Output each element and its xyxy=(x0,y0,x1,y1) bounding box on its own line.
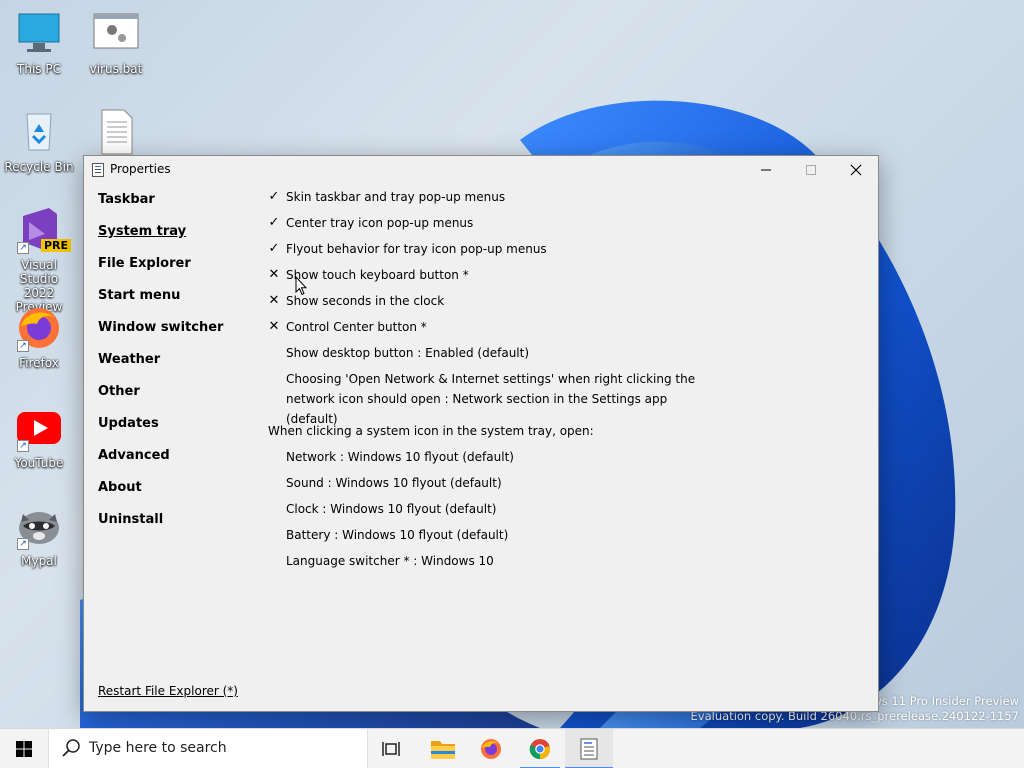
taskbar: Type here to search xyxy=(0,728,1024,768)
nav-item-file-explorer[interactable]: File Explorer xyxy=(98,256,223,288)
system-tray-settings: ✓ Skin taskbar and tray pop-up menus ✓ C… xyxy=(268,188,868,578)
recycle-bin-icon xyxy=(15,108,63,156)
nav-item-weather[interactable]: Weather xyxy=(98,352,223,384)
setting-show-desktop[interactable]: Show desktop button : Enabled (default) xyxy=(268,344,868,370)
tray-option-sound[interactable]: Sound : Windows 10 flyout (default) xyxy=(268,474,868,500)
desktop-icon-this-pc[interactable]: This PC xyxy=(3,10,75,76)
cross-icon: ✕ xyxy=(268,293,280,308)
setting-skin-menus[interactable]: ✓ Skin taskbar and tray pop-up menus xyxy=(268,188,868,214)
nav-item-taskbar[interactable]: Taskbar xyxy=(98,192,223,224)
taskbar-properties-app[interactable] xyxy=(565,729,613,768)
properties-app-icon xyxy=(580,738,598,760)
nav-item-window-switcher[interactable]: Window switcher xyxy=(98,320,223,352)
taskbar-search-box[interactable]: Type here to search xyxy=(48,729,368,768)
cross-icon: ✕ xyxy=(268,319,280,334)
desktop-icon-text-file[interactable] xyxy=(80,108,152,160)
setting-center-tray-menus[interactable]: ✓ Center tray icon pop-up menus xyxy=(268,214,868,240)
tray-click-section-header: When clicking a system icon in the syste… xyxy=(268,424,594,438)
shortcut-arrow-icon: ↗ xyxy=(17,340,29,352)
batch-file-icon xyxy=(92,10,140,58)
setting-control-center[interactable]: ✕ Control Center button * xyxy=(268,318,868,344)
desktop-icon-mypal[interactable]: ↗ Mypal xyxy=(3,502,75,568)
close-button[interactable] xyxy=(833,156,879,184)
nav-item-start-menu[interactable]: Start menu xyxy=(98,288,223,320)
tray-option-language-switcher[interactable]: Language switcher * : Windows 10 xyxy=(268,552,868,578)
youtube-icon: ↗ xyxy=(15,404,63,452)
maximize-icon xyxy=(806,165,816,175)
desktop-icon-visual-studio[interactable]: PRE ↗ Visual Studio 2022 Preview xyxy=(3,206,75,314)
watermark-line-1: ows 11 Pro Insider Preview xyxy=(865,694,1019,708)
monitor-icon xyxy=(15,10,63,58)
shortcut-arrow-icon: ↗ xyxy=(17,538,29,550)
setting-touch-keyboard[interactable]: ✕ Show touch keyboard button * xyxy=(268,266,868,292)
taskbar-file-explorer[interactable] xyxy=(419,729,467,768)
checkmark-icon: ✓ xyxy=(268,215,280,230)
mypal-icon: ↗ xyxy=(15,502,63,550)
search-placeholder: Type here to search xyxy=(89,740,227,756)
file-explorer-icon xyxy=(431,741,455,759)
start-button[interactable] xyxy=(0,729,48,768)
task-view-icon xyxy=(382,742,400,756)
firefox-icon xyxy=(481,739,501,759)
search-icon xyxy=(62,739,80,757)
shortcut-arrow-icon: ↗ xyxy=(17,440,29,452)
window-title: Properties xyxy=(110,162,171,176)
desktop-icon-virus-bat[interactable]: virus.bat xyxy=(80,10,152,76)
desktop-icon-firefox[interactable]: ↗ Firefox xyxy=(3,304,75,370)
nav-item-other[interactable]: Other xyxy=(98,384,223,416)
title-bar[interactable]: Properties xyxy=(84,156,878,184)
setting-clock-seconds[interactable]: ✕ Show seconds in the clock xyxy=(268,292,868,318)
properties-window: Properties Taskbar System tray File Expl… xyxy=(83,155,879,712)
checkmark-icon: ✓ xyxy=(268,241,280,256)
setting-flyout-behavior[interactable]: ✓ Flyout behavior for tray icon pop-up m… xyxy=(268,240,868,266)
desktop-icon-recycle-bin[interactable]: Recycle Bin xyxy=(3,108,75,174)
minimize-icon xyxy=(761,169,771,171)
firefox-icon: ↗ xyxy=(15,304,63,352)
desktop-icon-youtube[interactable]: ↗ YouTube xyxy=(3,404,75,470)
taskbar-chrome[interactable] xyxy=(516,729,564,768)
mouse-cursor-icon xyxy=(295,276,307,296)
nav-item-advanced[interactable]: Advanced xyxy=(98,448,223,480)
windows-logo-icon xyxy=(16,741,32,757)
taskbar-firefox[interactable] xyxy=(467,729,515,768)
minimize-button[interactable] xyxy=(743,156,789,184)
properties-app-icon xyxy=(92,163,104,177)
pre-badge: PRE xyxy=(40,239,71,252)
visual-studio-icon: PRE ↗ xyxy=(15,206,71,254)
tray-option-battery[interactable]: Battery : Windows 10 flyout (default) xyxy=(268,526,868,552)
tray-option-clock[interactable]: Clock : Windows 10 flyout (default) xyxy=(268,500,868,526)
shortcut-arrow-icon: ↗ xyxy=(17,242,29,254)
task-view-button[interactable] xyxy=(368,729,416,768)
restart-file-explorer-link[interactable]: Restart File Explorer (*) xyxy=(98,684,238,698)
nav-item-uninstall[interactable]: Uninstall xyxy=(98,512,223,544)
setting-network-settings-target[interactable]: Choosing 'Open Network & Internet settin… xyxy=(268,370,868,426)
cross-icon: ✕ xyxy=(268,267,280,282)
checkmark-icon: ✓ xyxy=(268,189,280,204)
close-icon xyxy=(850,164,862,176)
nav-item-updates[interactable]: Updates xyxy=(98,416,223,448)
chrome-icon xyxy=(529,739,550,760)
text-file-icon xyxy=(92,108,140,156)
settings-nav: Taskbar System tray File Explorer Start … xyxy=(98,192,223,544)
tray-option-network[interactable]: Network : Windows 10 flyout (default) xyxy=(268,448,868,474)
maximize-button[interactable] xyxy=(788,156,834,184)
nav-item-about[interactable]: About xyxy=(98,480,223,512)
nav-item-system-tray[interactable]: System tray xyxy=(98,224,223,256)
